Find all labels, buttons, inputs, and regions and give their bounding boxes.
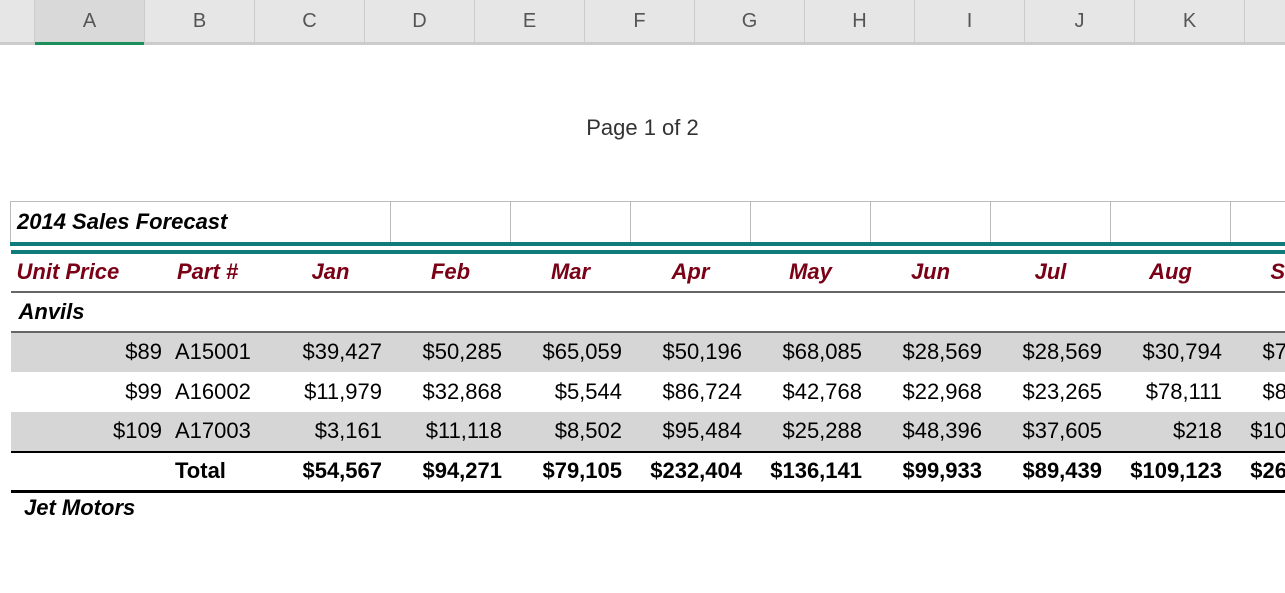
header-jun[interactable]: Jun — [871, 252, 991, 292]
column-header-K[interactable]: K — [1135, 0, 1245, 42]
cell-value[interactable]: $3,161 — [271, 412, 391, 452]
header-part[interactable]: Part # — [171, 252, 271, 292]
cell-value[interactable]: $78,111 — [1111, 372, 1231, 412]
total-value[interactable]: $136,141 — [751, 452, 871, 492]
page-indicator: Page 1 of 2 — [0, 45, 1285, 201]
header-jan[interactable]: Jan — [271, 252, 391, 292]
cell-value[interactable]: $65,059 — [511, 332, 631, 372]
total-label[interactable]: Total — [171, 452, 271, 492]
cell-value[interactable]: $28,569 — [991, 332, 1111, 372]
header-unit-price[interactable]: Unit Price — [11, 252, 171, 292]
cell-value[interactable]: $8,502 — [511, 412, 631, 452]
header-apr[interactable]: Apr — [631, 252, 751, 292]
column-header-B[interactable]: B — [145, 0, 255, 42]
column-header-E[interactable]: E — [475, 0, 585, 42]
column-header-H[interactable]: H — [805, 0, 915, 42]
column-header-A[interactable]: A — [35, 0, 145, 42]
cell-value[interactable]: $50,285 — [391, 332, 511, 372]
header-jul[interactable]: Jul — [991, 252, 1111, 292]
column-header-row: A B C D E F G H I J K — [0, 0, 1285, 45]
cell-value[interactable]: $84,447 — [1231, 372, 1285, 412]
section-anvils[interactable]: Anvils — [11, 292, 1285, 332]
cell-value[interactable]: $107,583 — [1231, 412, 1285, 452]
report-title[interactable]: 2014 Sales Forecast — [11, 202, 391, 244]
total-value[interactable]: $262,251 — [1231, 452, 1285, 492]
cell-part[interactable]: A16002 — [171, 372, 271, 412]
cell-value[interactable]: $37,605 — [991, 412, 1111, 452]
cell-value[interactable]: $42,768 — [751, 372, 871, 412]
header-aug[interactable]: Aug — [1111, 252, 1231, 292]
column-header-F[interactable]: F — [585, 0, 695, 42]
total-value[interactable]: $232,404 — [631, 452, 751, 492]
select-all-corner[interactable] — [0, 0, 35, 42]
cell-price[interactable]: $99 — [11, 372, 171, 412]
cell-value[interactable]: $86,724 — [631, 372, 751, 412]
total-value[interactable]: $54,567 — [271, 452, 391, 492]
cell-price[interactable]: $109 — [11, 412, 171, 452]
cell-value[interactable]: $95,484 — [631, 412, 751, 452]
cell-value[interactable]: $28,569 — [871, 332, 991, 372]
teal-rule — [11, 244, 1285, 252]
cell-value[interactable]: $32,868 — [391, 372, 511, 412]
cell-value[interactable]: $68,085 — [751, 332, 871, 372]
spreadsheet-grid[interactable]: 2014 Sales Forecast Unit Price Part # Ja… — [10, 201, 1285, 493]
cell-value[interactable]: $30,794 — [1111, 332, 1231, 372]
cell-value[interactable]: $218 — [1111, 412, 1231, 452]
total-value[interactable]: $89,439 — [991, 452, 1111, 492]
cell-part[interactable]: A15001 — [171, 332, 271, 372]
cell-value[interactable]: $39,427 — [271, 332, 391, 372]
column-header-D[interactable]: D — [365, 0, 475, 42]
total-value[interactable]: $79,105 — [511, 452, 631, 492]
column-header-G[interactable]: G — [695, 0, 805, 42]
cell-part[interactable]: A17003 — [171, 412, 271, 452]
cell-value[interactable]: $25,288 — [751, 412, 871, 452]
cell-value[interactable]: $23,265 — [991, 372, 1111, 412]
total-value[interactable]: $99,933 — [871, 452, 991, 492]
cell-value[interactable]: $70,221 — [1231, 332, 1285, 372]
cell-value[interactable]: $11,118 — [391, 412, 511, 452]
header-sep[interactable]: Sep — [1231, 252, 1285, 292]
total-value[interactable]: $109,123 — [1111, 452, 1231, 492]
column-header-J[interactable]: J — [1025, 0, 1135, 42]
cell-value[interactable]: $22,968 — [871, 372, 991, 412]
column-header-C[interactable]: C — [255, 0, 365, 42]
cell-value[interactable]: $11,979 — [271, 372, 391, 412]
cell-price[interactable]: $89 — [11, 332, 171, 372]
total-value[interactable]: $94,271 — [391, 452, 511, 492]
header-mar[interactable]: Mar — [511, 252, 631, 292]
cell-value[interactable]: $48,396 — [871, 412, 991, 452]
cell-value[interactable]: $50,196 — [631, 332, 751, 372]
section-jet-motors[interactable]: Jet Motors — [10, 493, 1285, 521]
cell-value[interactable]: $5,544 — [511, 372, 631, 412]
column-header-I[interactable]: I — [915, 0, 1025, 42]
header-feb[interactable]: Feb — [391, 252, 511, 292]
header-may[interactable]: May — [751, 252, 871, 292]
